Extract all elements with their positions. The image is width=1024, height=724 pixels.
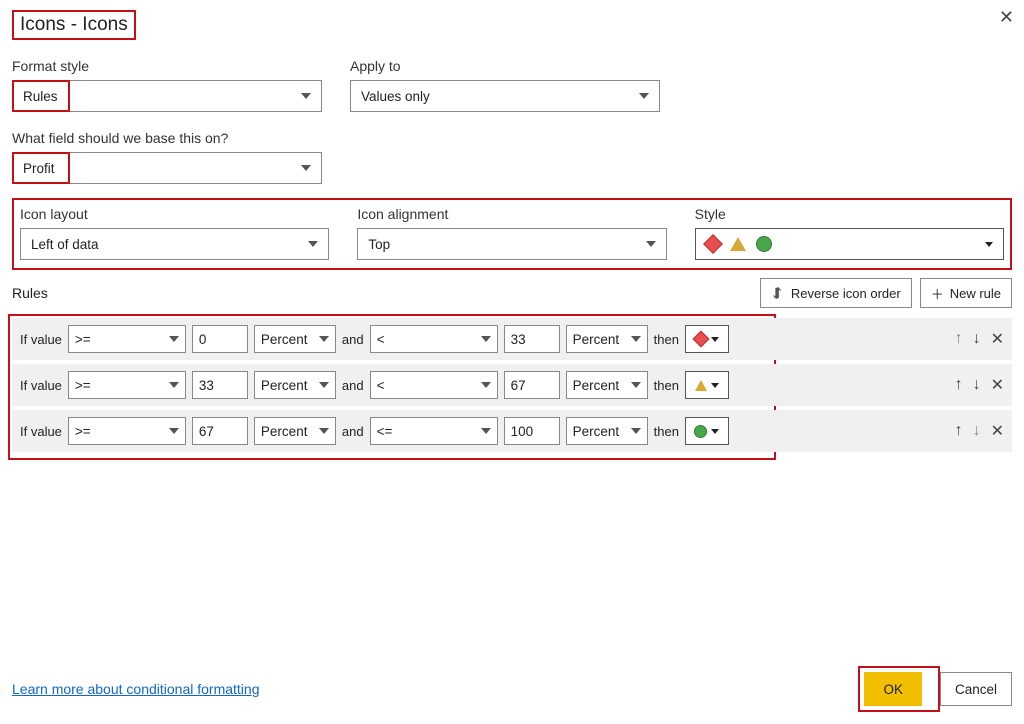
- delete-rule-icon[interactable]: ✕: [991, 329, 1004, 349]
- icon-layout-select[interactable]: Left of data: [20, 228, 329, 260]
- reverse-icon-order-button[interactable]: Reverse icon order: [760, 278, 912, 308]
- rule-row: If value >= 33 Percent and < 67 Percent …: [12, 364, 1012, 406]
- if-label: If value: [20, 424, 62, 439]
- and-label: and: [342, 378, 364, 393]
- diamond-icon: [692, 331, 709, 348]
- op1-select[interactable]: >=: [68, 325, 186, 353]
- move-up-icon[interactable]: ↑: [955, 330, 963, 348]
- rules-label: Rules: [12, 285, 48, 301]
- chevron-down-icon: [631, 336, 641, 342]
- op2-select[interactable]: <: [370, 371, 498, 399]
- chevron-down-icon: [301, 165, 311, 171]
- rule-row: If value >= 0 Percent and < 33 Percent t…: [12, 318, 1012, 360]
- circle-icon: [694, 425, 707, 438]
- format-style-value: Rules: [23, 89, 293, 104]
- diamond-icon: [703, 234, 723, 254]
- plus-icon: ＋: [931, 284, 944, 303]
- triangle-icon: [730, 237, 746, 251]
- then-label: then: [654, 378, 679, 393]
- icons-dialog: ✕ Icons - Icons Format style Rules Apply…: [0, 0, 1024, 724]
- move-down-icon[interactable]: ↓: [973, 376, 981, 394]
- delete-rule-icon[interactable]: ✕: [991, 375, 1004, 395]
- value1-input[interactable]: 33: [192, 371, 248, 399]
- then-label: then: [654, 332, 679, 347]
- icon-picker[interactable]: [685, 371, 729, 399]
- icon-alignment-select[interactable]: Top: [357, 228, 666, 260]
- icon-picker[interactable]: [685, 325, 729, 353]
- format-style-select[interactable]: Rules: [12, 80, 322, 112]
- icon-picker[interactable]: [685, 417, 729, 445]
- move-down-icon[interactable]: ↓: [973, 422, 981, 440]
- if-label: If value: [20, 378, 62, 393]
- chevron-down-icon: [319, 428, 329, 434]
- if-label: If value: [20, 332, 62, 347]
- apply-to-label: Apply to: [350, 58, 660, 74]
- move-up-icon[interactable]: ↑: [955, 376, 963, 394]
- value2-input[interactable]: 100: [504, 417, 560, 445]
- ok-highlight: OK: [858, 666, 940, 712]
- chevron-down-icon: [711, 337, 719, 342]
- chevron-down-icon: [985, 242, 993, 247]
- chevron-down-icon: [319, 336, 329, 342]
- cancel-button[interactable]: Cancel: [940, 672, 1012, 706]
- and-label: and: [342, 332, 364, 347]
- chevron-down-icon: [631, 428, 641, 434]
- delete-rule-icon[interactable]: ✕: [991, 421, 1004, 441]
- ok-button[interactable]: OK: [864, 672, 922, 706]
- op2-select[interactable]: <=: [370, 417, 498, 445]
- triangle-icon: [695, 380, 707, 391]
- then-label: then: [654, 424, 679, 439]
- unit2-select[interactable]: Percent: [566, 325, 648, 353]
- new-rule-button[interactable]: ＋ New rule: [920, 278, 1012, 308]
- op1-select[interactable]: >=: [68, 417, 186, 445]
- value1-input[interactable]: 67: [192, 417, 248, 445]
- unit1-select[interactable]: Percent: [254, 325, 336, 353]
- value2-input[interactable]: 67: [504, 371, 560, 399]
- value2-input[interactable]: 33: [504, 325, 560, 353]
- unit1-select[interactable]: Percent: [254, 371, 336, 399]
- unit1-select[interactable]: Percent: [254, 417, 336, 445]
- close-icon[interactable]: ✕: [999, 8, 1014, 26]
- chevron-down-icon: [308, 241, 318, 247]
- chevron-down-icon: [639, 93, 649, 99]
- move-down-icon[interactable]: ↓: [973, 330, 981, 348]
- chevron-down-icon: [319, 382, 329, 388]
- icon-layout-label: Icon layout: [20, 206, 329, 222]
- base-field-value: Profit: [23, 161, 293, 176]
- op1-select[interactable]: >=: [68, 371, 186, 399]
- chevron-down-icon: [169, 428, 179, 434]
- chevron-down-icon: [481, 336, 491, 342]
- chevron-down-icon: [481, 382, 491, 388]
- learn-more-link[interactable]: Learn more about conditional formatting: [12, 681, 259, 697]
- layout-section-highlight: Icon layout Left of data Icon alignment …: [12, 198, 1012, 270]
- base-field-select[interactable]: Profit: [12, 152, 322, 184]
- unit2-select[interactable]: Percent: [566, 417, 648, 445]
- format-style-label: Format style: [12, 58, 322, 74]
- value1-input[interactable]: 0: [192, 325, 248, 353]
- chevron-down-icon: [301, 93, 311, 99]
- apply-to-select[interactable]: Values only: [350, 80, 660, 112]
- dialog-title: Icons - Icons: [12, 10, 136, 40]
- apply-to-value: Values only: [361, 89, 631, 104]
- sort-icon: [771, 286, 785, 300]
- circle-icon: [756, 236, 772, 252]
- unit2-select[interactable]: Percent: [566, 371, 648, 399]
- base-field-label: What field should we base this on?: [12, 130, 322, 146]
- and-label: and: [342, 424, 364, 439]
- move-up-icon[interactable]: ↑: [955, 422, 963, 440]
- icon-alignment-label: Icon alignment: [357, 206, 666, 222]
- chevron-down-icon: [646, 241, 656, 247]
- chevron-down-icon: [631, 382, 641, 388]
- chevron-down-icon: [169, 382, 179, 388]
- style-label: Style: [695, 206, 1004, 222]
- rules-list: If value >= 0 Percent and < 33 Percent t…: [12, 318, 1012, 452]
- op2-select[interactable]: <: [370, 325, 498, 353]
- chevron-down-icon: [711, 429, 719, 434]
- chevron-down-icon: [169, 336, 179, 342]
- style-select[interactable]: [695, 228, 1004, 260]
- rule-row: If value >= 67 Percent and <= 100 Percen…: [12, 410, 1012, 452]
- chevron-down-icon: [711, 383, 719, 388]
- chevron-down-icon: [481, 428, 491, 434]
